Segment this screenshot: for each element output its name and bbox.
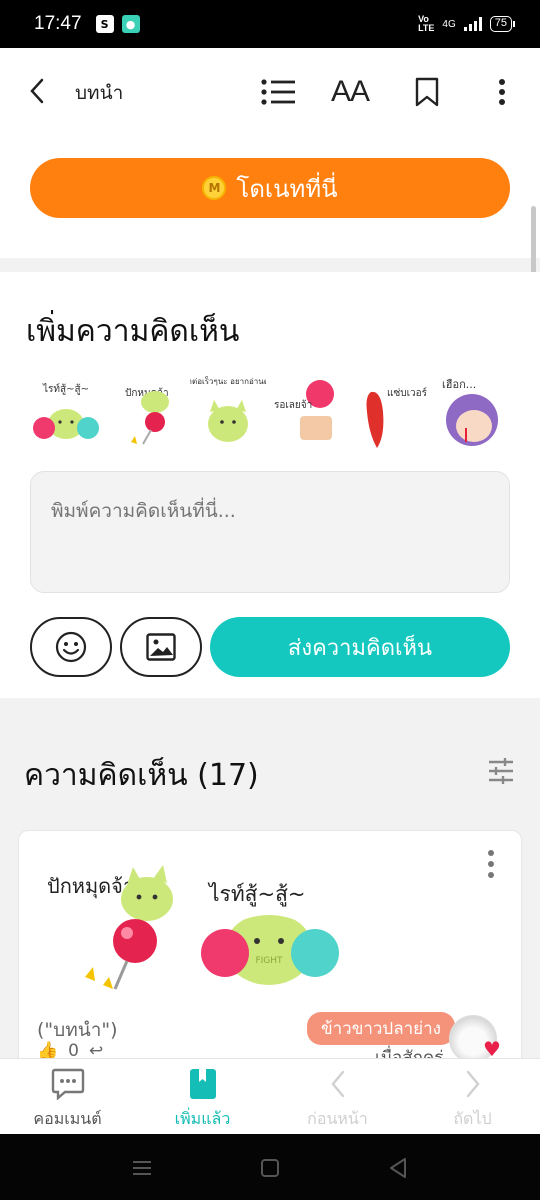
filter-icon (489, 758, 513, 784)
app-notification-icon: ● (121, 15, 140, 33)
commenter-name-badge[interactable]: ข้าวขาวปลาย่าง (307, 1012, 455, 1045)
back-button[interactable] (22, 76, 52, 106)
status-time: 17:47 (34, 13, 82, 34)
nosebleed-girl-icon: เฮือก... (442, 378, 498, 446)
comment-sticker-pin-cat: ปักหมุดจ้า (37, 849, 187, 999)
nav-item-next[interactable]: ถัดไป (405, 1059, 540, 1134)
home-icon[interactable] (258, 1156, 282, 1180)
sticker-chili[interactable]: แซ่บเวอร์ (351, 372, 428, 452)
svg-text:เฮือก...: เฮือก... (442, 378, 476, 391)
waiting-cat-icon: มาต่อเร็วๆนะ อยากอ่านต่อ (182, 376, 274, 442)
svg-text:แซ่บเวอร์: แซ่บเวอร์ (387, 387, 427, 399)
signal-icon (463, 17, 482, 31)
emoji-button[interactable] (30, 617, 112, 677)
sticker-pin-cat[interactable]: ปักหมุดจ้า (109, 372, 185, 452)
cheer-cat-icon: ไรท์สู้~สู้~ (33, 383, 99, 439)
nav-label-previous: ก่อนหน้า (307, 1109, 368, 1128)
more-icon (499, 79, 505, 105)
sticker-nosebleed-girl[interactable]: เฮือก... (432, 372, 508, 452)
library-icon (186, 1067, 220, 1101)
sticker-waiting-cat[interactable]: มาต่อเร็วๆนะ อยากอ่านต่อ (182, 372, 274, 452)
nav-item-added[interactable]: เพิ่มแล้ว (135, 1059, 270, 1134)
system-nav-bar (0, 1134, 540, 1200)
emoji-icon (55, 631, 87, 663)
donate-section: M โดเนทที่นี่ (0, 134, 540, 258)
pin-cat-icon: ปักหมุดจ้า (125, 387, 169, 445)
add-comment-section: เพิ่มความคิดเห็น ไรท์สู้~สู้~ ปักหมุดจ้า… (0, 272, 540, 698)
volte-indicator: Vo LTE (418, 14, 435, 33)
battery-icon: 75 (489, 16, 516, 32)
font-size-button[interactable]: AA (328, 70, 372, 114)
filter-button[interactable] (482, 752, 520, 790)
back-icon (30, 78, 44, 104)
network-type: 4G (442, 18, 456, 30)
sticker-waiting-girl[interactable]: รอเลยจ้า (270, 372, 346, 452)
bottom-nav: คอมเมนต์ เพิ่มแล้ว ก่อนหน้า ถัดไป (0, 1058, 540, 1134)
cheer-cat-icon: ไรท์สู้~สู้~ FIGHT (201, 882, 339, 985)
comment-card: ปักหมุดจ้า ไรท์สู้~สู้~ FIGHT ("บทนำ") ข… (18, 830, 522, 1070)
image-upload-button[interactable] (120, 617, 202, 677)
list-icon (261, 79, 295, 105)
bookmark-button[interactable] (405, 70, 449, 114)
nav-item-comments[interactable]: คอมเมนต์ (0, 1059, 135, 1134)
nav-label-added: เพิ่มแล้ว (174, 1109, 231, 1128)
more-options-button[interactable] (480, 70, 524, 114)
nav-item-previous[interactable]: ก่อนหน้า (270, 1059, 405, 1134)
back-nav-icon[interactable] (386, 1156, 410, 1180)
comment-sticker-cheer-cat: ไรท์สู้~สู้~ FIGHT (191, 849, 341, 999)
svg-text:มาต่อเร็วๆนะ อยากอ่านต่อ: มาต่อเร็วๆนะ อยากอ่านต่อ (190, 376, 266, 386)
add-comment-title: เพิ่มความคิดเห็น (26, 314, 240, 349)
top-app-bar: บทนำ AA (0, 48, 540, 134)
pin-cat-icon: ปักหมุดจ้า (47, 865, 173, 990)
notification-icons: S ● (95, 15, 140, 33)
comment-more-button[interactable] (479, 847, 503, 881)
sticker-cheer-cat[interactable]: ไรท์สู้~สู้~ (28, 372, 104, 452)
nav-label-next: ถัดไป (453, 1109, 492, 1128)
nav-label-comments: คอมเมนต์ (33, 1109, 102, 1128)
donate-button[interactable]: M โดเนทที่นี่ (30, 158, 510, 218)
comments-title: ความคิดเห็น (17) (24, 758, 259, 793)
font-size-icon: AA (330, 75, 370, 108)
status-bar: 17:47 S ● Vo LTE 4G 75 (0, 0, 540, 48)
page-title: บทนำ (75, 82, 124, 104)
comment-input[interactable] (30, 471, 510, 593)
chili-icon: แซ่บเวอร์ (366, 387, 428, 448)
chapter-list-button[interactable] (256, 70, 300, 114)
chevron-left-icon (321, 1067, 355, 1101)
svg-text:ปักหมุดจ้า: ปักหมุดจ้า (47, 874, 134, 899)
svg-text:ไรท์สู้~สู้~: ไรท์สู้~สู้~ (42, 383, 89, 395)
svg-text:ไรท์สู้~สู้~: ไรท์สู้~สู้~ (207, 882, 306, 907)
chevron-right-icon (456, 1067, 490, 1101)
donate-label: โดเนทที่นี่ (236, 174, 338, 203)
send-comment-button[interactable]: ส่งความคิดเห็น (210, 617, 510, 677)
recents-icon[interactable] (130, 1156, 154, 1180)
sticker-picker: ไรท์สู้~สู้~ ปักหมุดจ้า มาต่อเร็วๆนะ อยา… (28, 372, 508, 452)
bookmark-icon (415, 77, 439, 107)
coin-icon: M (202, 176, 227, 200)
image-icon (146, 633, 176, 661)
waiting-girl-icon: รอเลยจ้า (274, 380, 335, 440)
svg-text:รอเลยจ้า: รอเลยจ้า (274, 399, 312, 411)
status-right: Vo LTE 4G 75 (418, 14, 516, 33)
svg-text:FIGHT: FIGHT (255, 956, 283, 966)
comment-icon (51, 1067, 85, 1101)
shopping-bag-icon: S (95, 15, 114, 33)
